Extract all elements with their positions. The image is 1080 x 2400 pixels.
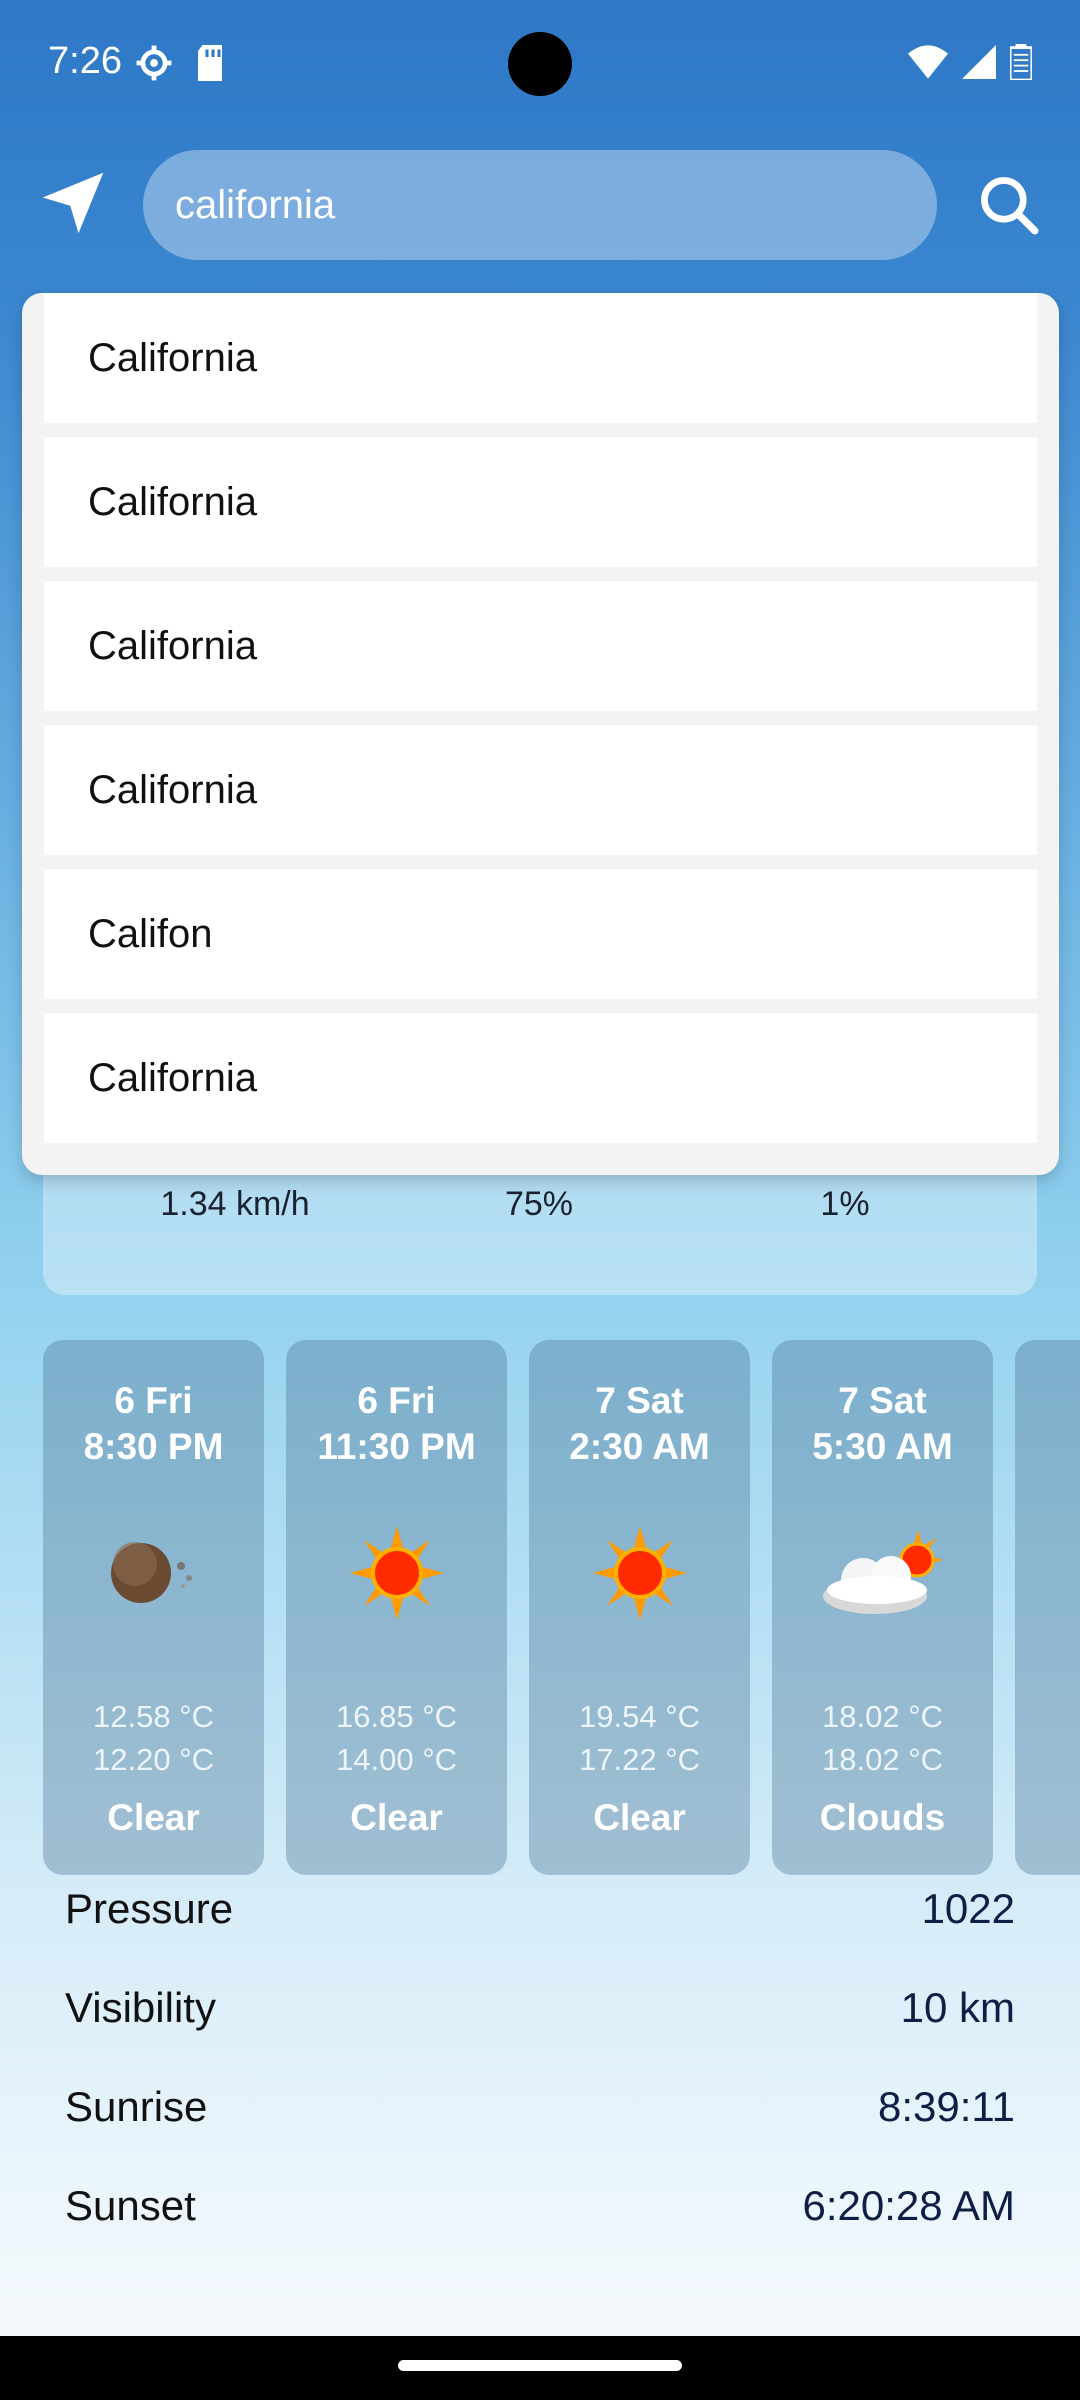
detail-row-sunset: Sunset 6:20:28 AM: [65, 2182, 1015, 2242]
navigation-bar: [0, 2336, 1080, 2400]
forecast-list[interactable]: 6 Fri 8:30 PM 12.58 °C 12.20 °C Clear 6 Fr…: [43, 1340, 1080, 1875]
forecast-description: Clear: [350, 1797, 443, 1838]
settings-icon: [136, 45, 172, 81]
forecast-date: 7 Sat: [595, 1380, 684, 1421]
forecast-card[interactable]: 7 Sat 2:30 AM 19.54 °C 17.22 °C Clear: [529, 1340, 750, 1875]
status-bar: 7:26: [0, 0, 1080, 130]
forecast-temp-min: 14.00 °C: [336, 1742, 457, 1777]
cloud-sun-icon: [822, 1530, 943, 1614]
suggestion-item[interactable]: California: [44, 1013, 1037, 1143]
cloudiness-value: 1%: [820, 1185, 870, 1223]
battery-icon: [1010, 44, 1032, 80]
forecast-date: 7 Sat: [838, 1380, 927, 1421]
home-gesture-handle[interactable]: [398, 2360, 682, 2371]
forecast-description: Clear: [593, 1797, 686, 1838]
forecast-temp-max: 19.54 °C: [579, 1699, 700, 1734]
forecast-temp-max: 12.58 °C: [93, 1699, 214, 1734]
detail-label: Visibility: [65, 1984, 216, 2031]
detail-label: Sunrise: [65, 2083, 208, 2130]
forecast-time: 8:30 PM: [83, 1426, 224, 1467]
sd-card-icon: [198, 45, 222, 81]
detail-value: 8:39:11: [877, 2083, 1015, 2130]
detail-label: Pressure: [65, 1885, 234, 1932]
forecast-card-partial[interactable]: [1015, 1340, 1080, 1875]
detail-label: Sunset: [65, 2182, 196, 2229]
detail-row-visibility: Visibility 10 km: [65, 1984, 1015, 2044]
location-arrow-icon[interactable]: [40, 170, 106, 236]
forecast-card[interactable]: 7 Sat 5:30 AM 18.02 °C 18.02 °C Clouds: [772, 1340, 993, 1875]
forecast-temp-min: 18.02 °C: [822, 1742, 943, 1777]
forecast-time: 11:30 PM: [317, 1426, 476, 1467]
search-input[interactable]: [143, 150, 937, 260]
status-time: 7:26: [48, 40, 122, 82]
humidity-value: 75%: [504, 1185, 574, 1223]
suggestion-item[interactable]: Califon: [44, 869, 1037, 999]
forecast-date: 6 Fri: [114, 1380, 193, 1421]
suggestion-item[interactable]: California: [44, 437, 1037, 567]
forecast-description: Clouds: [819, 1797, 946, 1838]
detail-row-pressure: Pressure 1022: [65, 1885, 1015, 1945]
forecast-temp-max: 18.02 °C: [822, 1699, 943, 1734]
detail-row-sunrise: Sunrise 8:39:11: [65, 2083, 1015, 2143]
detail-value: 10 km: [900, 1984, 1015, 2031]
forecast-time: 2:30 AM: [569, 1426, 710, 1467]
signal-icon: [962, 45, 996, 79]
forecast-temp-min: 17.22 °C: [579, 1742, 700, 1777]
wifi-icon: [908, 45, 948, 79]
suggestion-item[interactable]: California: [44, 293, 1037, 423]
forecast-time: 5:30 AM: [812, 1426, 953, 1467]
sun-icon: [349, 1526, 444, 1620]
top-bar: [0, 150, 1080, 260]
detail-value: 1022: [921, 1885, 1015, 1932]
forecast-card[interactable]: 6 Fri 8:30 PM 12.58 °C 12.20 °C Clear: [43, 1340, 264, 1875]
detail-value: 6:20:28 AM: [802, 2182, 1015, 2229]
sun-icon: [592, 1526, 687, 1620]
suggestion-item[interactable]: California: [44, 725, 1037, 855]
wind-speed-value: 1.34 km/h: [160, 1185, 310, 1223]
forecast-card[interactable]: 6 Fri 11:30 PM 16.85 °C 14.00 °C Clear: [286, 1340, 507, 1875]
moon-icon: [110, 1542, 192, 1603]
forecast-temp-max: 16.85 °C: [336, 1699, 457, 1734]
search-icon[interactable]: [978, 174, 1040, 236]
forecast-temp-min: 12.20 °C: [93, 1742, 214, 1777]
forecast-description: Clear: [107, 1797, 200, 1838]
suggestion-item[interactable]: California: [44, 581, 1037, 711]
forecast-date: 6 Fri: [357, 1380, 436, 1421]
camera-cutout: [508, 32, 572, 96]
search-suggestions-dropdown: California California California Califor…: [22, 293, 1059, 1175]
